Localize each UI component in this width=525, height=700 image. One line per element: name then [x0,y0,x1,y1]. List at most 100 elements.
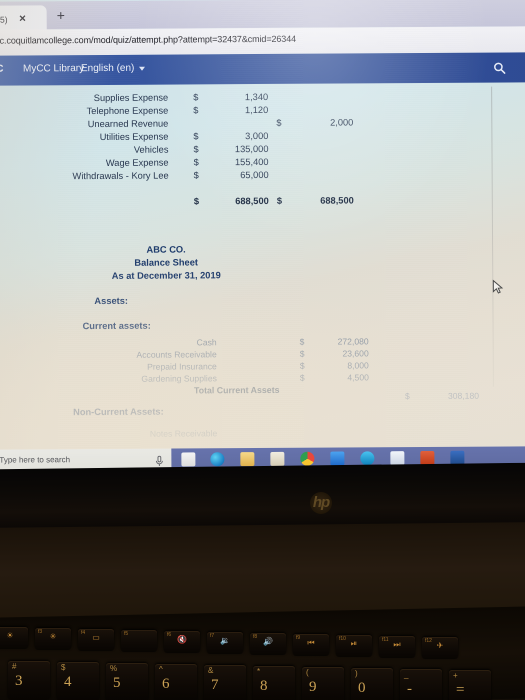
asset-amount: 23,600 [342,348,369,359]
chrome-icon[interactable] [300,451,315,466]
credit-amount: 2,000 [330,117,354,128]
number-key[interactable]: _ - [400,669,442,700]
key-shift-label: _ [404,670,409,679]
browser-tab-label: 1 of 15) [0,14,8,25]
dropbox-icon[interactable] [330,451,345,466]
debit-amount: 65,000 [240,169,269,181]
number-key[interactable]: #3 [8,661,50,700]
total-debit-symbol: $ [193,196,200,207]
key-sup-label: f4 [81,630,86,636]
asset-amount: 8,000 [347,360,369,371]
currency-symbol: $ [299,336,305,347]
account-name: Supplies Expense [93,92,169,104]
search-icon[interactable] [493,62,506,75]
key-label: 7 [211,677,219,693]
function-key[interactable]: f4 ▭ [78,629,114,651]
key-sup-label: f10 [339,636,346,642]
quiz-page: Supplies Expense $ 1,340 Telephone Expen… [0,82,525,471]
task-view-icon[interactable] [181,452,196,467]
key-sup-label: f6 [167,632,172,638]
key-shift-label: # [12,662,17,671]
key-shift-label: $ [61,663,66,672]
function-key[interactable]: f7 🔉 [207,632,243,654]
address-bar[interactable]: ycc.coquitlamcollege.com/mod/quiz/attemp… [0,26,525,56]
total-current-assets-symbol: $ [404,391,410,402]
number-key[interactable]: (9 [302,667,344,700]
key-label: 4 [64,674,72,690]
key-shift-label: % [110,664,118,673]
function-key[interactable]: f11 ⏭ [379,636,415,658]
key-shift-label: ^ [159,665,163,674]
company-name: ABC CO. [146,244,186,255]
powerpoint-icon[interactable] [420,450,435,466]
number-key[interactable]: % 5 [106,663,148,700]
mail-icon[interactable] [390,451,405,466]
account-name: Telephone Expense [86,105,169,117]
total-credit-symbol: $ [276,195,283,206]
debit-amount: 3,000 [245,130,269,142]
debit-currency-symbol: $ [193,144,199,155]
function-key[interactable]: f10 ⏯ [336,635,372,657]
account-name: Utilities Expense [99,131,169,142]
taskbar-search-input[interactable]: Type here to search [0,455,70,464]
function-key[interactable]: f6 🔇 [164,631,200,653]
asset-amount: 4,500 [347,372,369,383]
nav-item-language[interactable]: English (en) [81,63,134,74]
url-text: ycc.coquitlamcollege.com/mod/quiz/attemp… [0,33,297,46]
microphone-icon[interactable] [155,454,163,467]
store-icon[interactable] [270,451,285,466]
key-label: - [407,681,412,697]
mouse-cursor [492,279,504,295]
nav-item-mycc-library[interactable]: MyCC Library [23,63,84,74]
total-current-assets-label: Total Current Assets [193,384,280,396]
close-icon[interactable]: ✕ [19,13,27,24]
function-key[interactable]: f2☀ [0,627,28,649]
function-key[interactable]: f5 [121,630,157,652]
asset-label: Gardening Supplies [141,373,217,384]
key-sup-label: f8 [253,634,258,640]
asset-label: Accounts Receivable [136,349,217,360]
debit-currency-symbol: $ [193,105,199,116]
key-shift-label: ( [306,668,309,677]
browser-tab[interactable]: 1 of 15) ✕ [0,5,47,31]
key-sup-label: f11 [382,637,389,643]
debit-amount: 1,120 [244,104,269,116]
number-key[interactable]: + = [449,670,491,700]
key-label: 8 [260,678,268,694]
edge-icon[interactable] [210,452,225,467]
account-name: Withdrawals - Kory Lee [72,170,169,182]
function-key[interactable]: f9 ⏮ [293,634,329,656]
site-logo[interactable]: CC [0,64,3,75]
key-glyph: ☀ [6,631,14,640]
key-label: 6 [162,676,170,692]
key-sup-label: f3 [38,629,43,635]
debit-currency-symbol: $ [193,170,199,181]
currency-symbol: $ [299,360,305,371]
function-key[interactable]: f12 ✈ [422,637,458,659]
plus-icon[interactable]: + [57,7,65,23]
asset-amount: 272,080 [337,336,369,347]
skype-icon[interactable] [360,451,375,466]
number-key[interactable]: & 7 [204,665,246,700]
function-key[interactable]: f3 ✳ [35,628,71,650]
number-key[interactable]: ^ 6 [155,664,197,700]
key-sup-label: f9 [296,635,301,641]
asset-label: Cash [196,337,217,348]
debit-currency-symbol: $ [193,131,199,142]
number-key[interactable]: $4 [57,662,99,700]
key-shift-label: ) [355,669,358,678]
number-key[interactable]: ) 0 [351,668,393,700]
account-name: Vehicles [133,144,169,155]
site-navbar: CC MyCC Library English (en) [0,52,525,86]
total-debit-amount: 688,500 [235,195,269,207]
hp-logo: hp [310,492,332,514]
total-current-assets-amount: 308,180 [447,390,480,401]
key-shift-label: + [453,671,458,680]
statement-period: As at December 31, 2019 [111,270,221,281]
account-name: Unearned Revenue [87,118,169,130]
chevron-down-icon[interactable] [138,66,146,71]
key-sup-label: f5 [124,631,129,637]
function-key[interactable]: f8 🔊 [250,633,286,655]
file-explorer-icon[interactable] [240,452,255,467]
number-key[interactable]: * 8 [253,666,295,700]
